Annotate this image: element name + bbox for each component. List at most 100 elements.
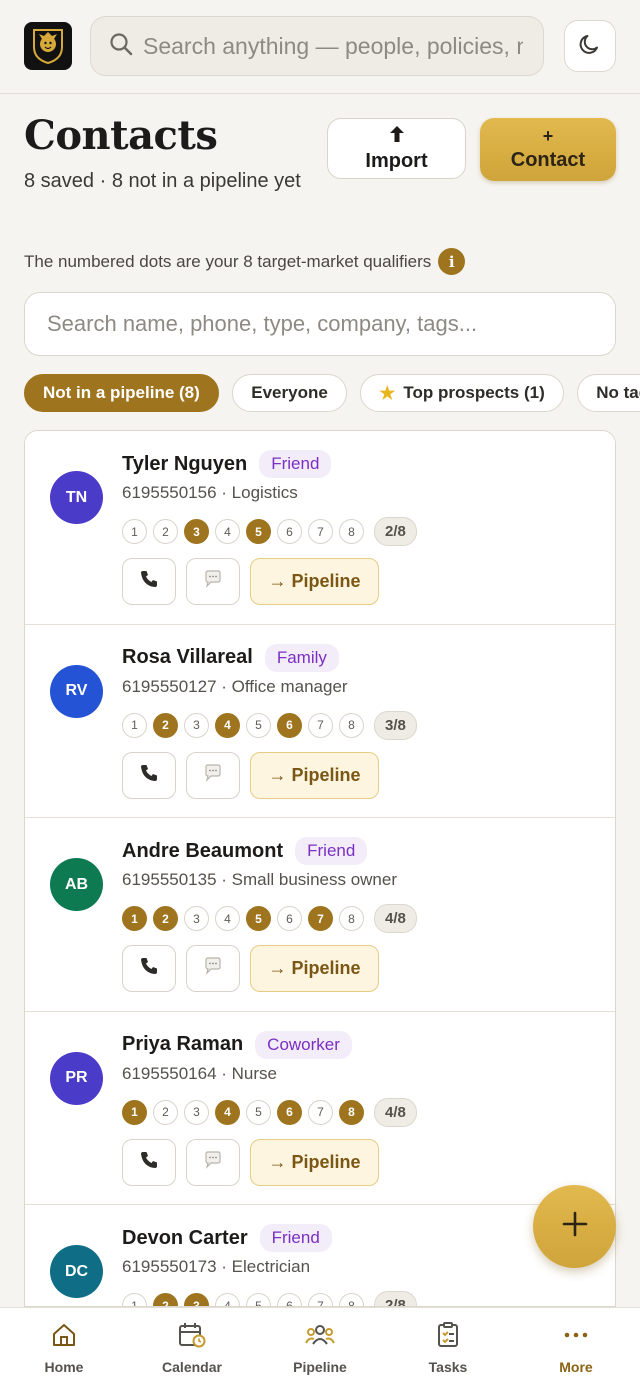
phone-icon bbox=[139, 956, 159, 981]
add-to-pipeline-button[interactable]: → Pipeline bbox=[250, 945, 379, 992]
qualifier-dot: 5 bbox=[246, 712, 271, 738]
global-search-input[interactable] bbox=[143, 32, 523, 60]
call-button[interactable] bbox=[122, 558, 176, 605]
avatar: TN bbox=[50, 471, 103, 524]
bottom-nav: Home Calendar Pipeline Tasks More bbox=[0, 1307, 640, 1387]
nav-calendar-label: Calendar bbox=[162, 1359, 222, 1375]
avatar: AB bbox=[50, 858, 103, 911]
import-button[interactable]: Import bbox=[327, 118, 466, 179]
nav-more-label: More bbox=[559, 1359, 593, 1375]
contact-meta: 6195550156 · Logistics bbox=[122, 483, 298, 502]
relationship-tag: Friend bbox=[259, 450, 332, 478]
qualifier-dot: 3 bbox=[184, 712, 209, 738]
qualifier-dot: 6 bbox=[277, 1099, 302, 1125]
qualifier-dot: 2 bbox=[153, 1293, 178, 1306]
avatar: RV bbox=[50, 664, 103, 718]
qualifier-dot: 1 bbox=[122, 1293, 147, 1306]
info-icon[interactable]: i bbox=[438, 248, 466, 275]
qualifier-dot: 3 bbox=[184, 519, 209, 544]
theme-toggle-button[interactable] bbox=[564, 20, 616, 72]
add-contact-button[interactable]: + Contact bbox=[480, 118, 616, 181]
nav-more[interactable]: More bbox=[512, 1308, 640, 1387]
nav-home[interactable]: Home bbox=[0, 1308, 128, 1387]
nav-pipeline-label: Pipeline bbox=[293, 1359, 347, 1375]
qualifier-dot: 6 bbox=[277, 712, 302, 738]
qualifier-dots: 1 2 3 4 5 6 7 8 4/8 bbox=[122, 1097, 417, 1127]
contact-actions: → Pipeline bbox=[122, 1138, 379, 1186]
phone-icon bbox=[139, 569, 159, 594]
add-to-pipeline-button[interactable]: → Pipeline bbox=[250, 1138, 379, 1186]
contact-actions: → Pipeline bbox=[122, 945, 379, 992]
add-fab-button[interactable] bbox=[533, 1185, 616, 1268]
plus-icon: + bbox=[542, 126, 554, 146]
contact-name[interactable]: Tyler Nguyen bbox=[122, 453, 247, 476]
contact-actions: → Pipeline bbox=[122, 751, 379, 799]
call-button[interactable] bbox=[122, 1138, 176, 1186]
qualifier-dot: 8 bbox=[339, 1099, 364, 1125]
contact-card[interactable]: RV Rosa Villareal Family 6195550127 · Offic… bbox=[25, 624, 615, 818]
chat-bubble-icon bbox=[203, 569, 223, 594]
avatar-initials: TN bbox=[65, 488, 88, 506]
contact-name[interactable]: Andre Beaumont bbox=[122, 840, 283, 863]
contact-search-field[interactable] bbox=[24, 292, 616, 356]
contact-search-input[interactable] bbox=[47, 311, 587, 337]
qualifier-dot: 4 bbox=[215, 1293, 240, 1306]
message-button[interactable] bbox=[186, 945, 240, 992]
contact-name-row: Devon Carter Friend bbox=[122, 1224, 332, 1252]
contact-name-row: Priya Raman Coworker bbox=[122, 1030, 352, 1059]
message-button[interactable] bbox=[186, 1138, 240, 1186]
add-to-pipeline-button[interactable]: → Pipeline bbox=[250, 751, 379, 799]
qualifier-dot: 5 bbox=[246, 519, 271, 544]
contact-card[interactable]: TN Tyler Nguyen Friend 6195550156 · Logisti… bbox=[25, 431, 615, 625]
qualifier-dot: 4 bbox=[215, 1099, 240, 1125]
contact-name[interactable]: Rosa Villareal bbox=[122, 646, 253, 669]
clipboard-icon bbox=[436, 1322, 460, 1353]
qualifier-score: 4/8 bbox=[374, 1097, 417, 1127]
contact-card[interactable]: PR Priya Raman Coworker 6195550164 · Nurse 1… bbox=[25, 1011, 615, 1205]
contact-card[interactable]: DC Devon Carter Friend 6195550173 · Electri… bbox=[25, 1205, 615, 1306]
phone-icon bbox=[139, 763, 159, 788]
qualifier-dots: 1 2 3 4 5 6 7 8 3/8 bbox=[122, 710, 417, 740]
contact-meta: 6195550135 · Small business owner bbox=[122, 870, 398, 889]
avatar-initials: DC bbox=[64, 1262, 89, 1280]
add-contact-label: Contact bbox=[510, 149, 586, 171]
message-button[interactable] bbox=[186, 751, 240, 799]
qualifier-dots: 1 2 3 4 5 6 7 8 4/8 bbox=[122, 904, 417, 933]
global-search-field[interactable] bbox=[90, 16, 544, 76]
call-button[interactable] bbox=[122, 945, 176, 992]
nav-tasks-label: Tasks bbox=[428, 1359, 468, 1375]
qualifier-dot: 5 bbox=[246, 1099, 271, 1125]
qualifier-dot: 6 bbox=[277, 519, 302, 544]
qualifier-dot: 1 bbox=[122, 906, 147, 931]
nav-calendar[interactable]: Calendar bbox=[128, 1308, 256, 1387]
lion-crest-logo[interactable] bbox=[24, 22, 72, 70]
qualifier-dot: 8 bbox=[339, 906, 364, 931]
nav-pipeline[interactable]: Pipeline bbox=[256, 1308, 384, 1387]
moon-icon bbox=[578, 32, 602, 61]
qualifier-dot: 8 bbox=[339, 519, 364, 544]
contact-name-row: Rosa Villareal Family bbox=[122, 643, 339, 672]
contact-actions: → Pipeline bbox=[122, 558, 379, 605]
contact-name[interactable]: Devon Carter bbox=[122, 1227, 248, 1250]
filter-chip-everyone[interactable]: Everyone bbox=[232, 374, 347, 412]
contact-name[interactable]: Priya Raman bbox=[122, 1033, 243, 1056]
qualifier-dot: 2 bbox=[153, 1099, 178, 1125]
qualifier-score: 4/8 bbox=[374, 904, 417, 933]
page-title: Contacts bbox=[24, 112, 218, 159]
filter-chip-not-in-pipeline[interactable]: Not in a pipeline (8) bbox=[24, 374, 219, 412]
call-button[interactable] bbox=[122, 751, 176, 799]
qualifier-dot: 3 bbox=[184, 1099, 209, 1125]
qualifier-dot: 7 bbox=[308, 1293, 333, 1306]
filter-chip-no-tags[interactable]: No tags bbox=[577, 374, 640, 412]
calendar-icon bbox=[178, 1322, 206, 1353]
qualifier-dot: 3 bbox=[184, 906, 209, 931]
chat-bubble-icon bbox=[203, 763, 223, 788]
qualifier-dot: 7 bbox=[308, 906, 333, 931]
contact-card[interactable]: AB Andre Beaumont Friend 6195550135 · Small… bbox=[25, 818, 615, 1012]
nav-home-label: Home bbox=[44, 1359, 84, 1375]
qualifier-dot: 5 bbox=[246, 906, 271, 931]
message-button[interactable] bbox=[186, 558, 240, 605]
filter-chip-top-prospects[interactable]: ★ Top prospects (1) bbox=[360, 374, 564, 412]
add-to-pipeline-button[interactable]: → Pipeline bbox=[250, 558, 379, 605]
nav-tasks[interactable]: Tasks bbox=[384, 1308, 512, 1387]
